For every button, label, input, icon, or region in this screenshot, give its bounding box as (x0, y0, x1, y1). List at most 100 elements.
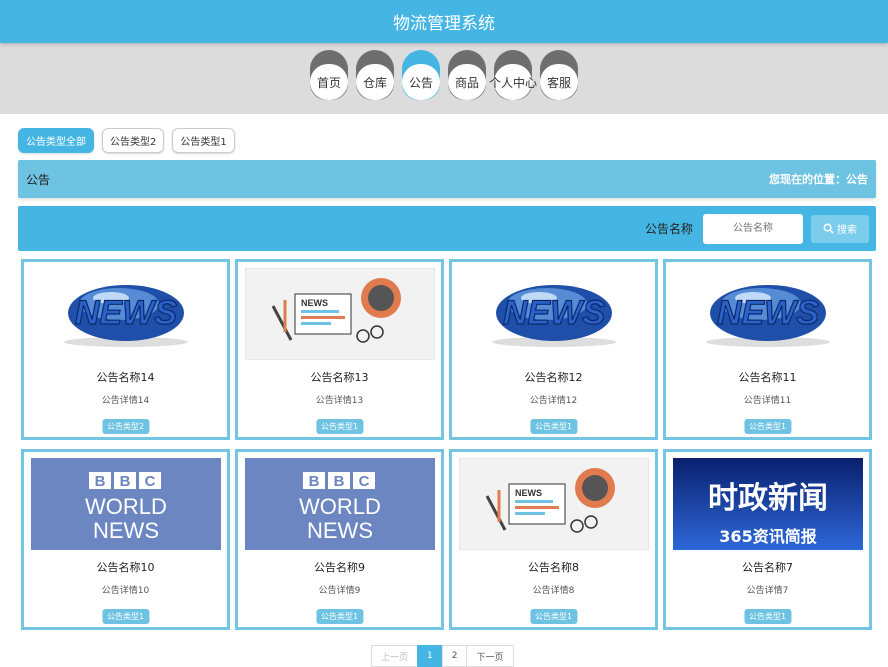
prev-page-button[interactable]: 上一页 (371, 645, 419, 667)
card-image[interactable]: NEWS (459, 268, 649, 360)
card-detail: 公告详情7 (746, 586, 789, 596)
header-bar: 物流管理系统 (0, 0, 888, 43)
card-title[interactable]: 公告名称12 (452, 369, 655, 385)
card-type-badge: 公告类型2 (101, 419, 150, 434)
card-title[interactable]: 公告名称11 (666, 369, 869, 385)
card-image[interactable]: NEWS (245, 268, 435, 360)
type-filters: 公告类型全部 公告类型2 公告类型1 (18, 128, 235, 153)
svg-text:NEWS: NEWS (301, 298, 328, 308)
card-type-badge: 公告类型1 (529, 609, 578, 624)
search-bar: 公告名称 搜索 (18, 206, 876, 251)
news-globe-image: NEWS (673, 268, 863, 360)
search-button-label: 搜索 (837, 225, 857, 236)
card-title[interactable]: 公告名称14 (24, 369, 227, 385)
svg-text:B: B (334, 473, 345, 490)
card-type-badge: 公告类型1 (743, 419, 792, 434)
page-button[interactable]: 1 (417, 645, 443, 667)
search-button[interactable]: 搜索 (811, 214, 869, 243)
svg-text:C: C (145, 473, 156, 490)
card-detail: 公告详情14 (101, 396, 150, 406)
search-label: 公告名称 (644, 222, 693, 236)
card-title[interactable]: 公告名称10 (24, 559, 227, 575)
nav-item-announcement[interactable]: 公告 (402, 50, 440, 100)
card-type-badge: 公告类型1 (529, 419, 578, 434)
card-type-badge: 公告类型1 (315, 419, 364, 434)
svg-text:时政新闻: 时政新闻 (708, 481, 828, 516)
main-nav: 首页 仓库 公告 商品 个人中心 客服 (310, 50, 578, 100)
svg-text:WORLD: WORLD (299, 494, 381, 519)
card-detail: 公告详情11 (743, 396, 792, 406)
pagination: 上一页 1 2 下一页 (371, 645, 514, 667)
svg-text:NEWS: NEWS (307, 518, 373, 543)
card-detail: 公告详情13 (315, 396, 364, 406)
page-button[interactable]: 2 (441, 645, 468, 667)
breadcrumb: 公告 您现在的位置：公告 (18, 160, 876, 198)
newspaper-image: NEWS (245, 268, 435, 360)
card-type-badge: 公告类型1 (743, 609, 792, 624)
card-detail: 公告详情10 (101, 586, 150, 596)
filter-type-1[interactable]: 公告类型1 (172, 128, 235, 153)
nav-item-warehouse[interactable]: 仓库 (356, 50, 394, 100)
bbc-world-news-image: B B CWORLDNEWS (245, 458, 435, 550)
filter-all[interactable]: 公告类型全部 (18, 128, 94, 153)
app-title: 物流管理系统 (393, 14, 495, 34)
nav-item-profile[interactable]: 个人中心 (489, 50, 537, 100)
card-title[interactable]: 公告名称13 (238, 369, 441, 385)
svg-text:NEWS: NEWS (503, 294, 605, 332)
nav-band: 首页 仓库 公告 商品 个人中心 客服 (0, 43, 888, 114)
card-image[interactable]: NEWS (459, 458, 649, 550)
announcement-card[interactable]: NEWS 公告名称14 公告详情14 公告类型2 (21, 259, 230, 440)
svg-text:B: B (309, 473, 320, 490)
card-title[interactable]: 公告名称7 (666, 559, 869, 575)
nav-item-label[interactable]: 商品 (448, 64, 486, 100)
card-type-badge: 公告类型1 (101, 609, 150, 624)
svg-text:NEWS: NEWS (93, 518, 159, 543)
shizheng-news-image: 时政新闻 365资讯简报 (673, 458, 863, 550)
next-page-button[interactable]: 下一页 (466, 645, 514, 667)
card-detail: 公告详情8 (532, 586, 575, 596)
nav-item-label[interactable]: 首页 (310, 64, 348, 100)
news-globe-image: NEWS (31, 268, 221, 360)
svg-text:WORLD: WORLD (85, 494, 167, 519)
nav-item-label[interactable]: 公告 (402, 64, 440, 100)
card-detail: 公告详情9 (318, 586, 361, 596)
card-image[interactable]: NEWS (31, 268, 221, 360)
card-title[interactable]: 公告名称9 (238, 559, 441, 575)
section-title: 公告 (26, 172, 51, 187)
svg-text:NEWS: NEWS (515, 488, 542, 498)
card-title[interactable]: 公告名称8 (452, 559, 655, 575)
search-input[interactable] (703, 213, 803, 244)
nav-item-label[interactable]: 客服 (540, 64, 578, 100)
announcement-card[interactable]: B B C WORLD NEWS 公告名称10 公告详情10 公告类型1 (21, 449, 230, 630)
filter-type-2[interactable]: 公告类型2 (102, 128, 165, 153)
card-image[interactable]: B B C WORLD NEWS (245, 458, 435, 550)
svg-text:C: C (359, 473, 370, 490)
current-location: 您现在的位置：公告 (769, 173, 868, 186)
card-image[interactable]: B B C WORLD NEWS (31, 458, 221, 550)
bbc-world-news-image: B B CWORLDNEWS (31, 458, 221, 550)
announcement-card[interactable]: NEWS 公告名称11 公告详情11 公告类型1 (663, 259, 872, 440)
announcement-card[interactable]: NEWS 公告名称13 公告详情13 公告类型1 (235, 259, 444, 440)
svg-text:B: B (95, 473, 106, 490)
card-image[interactable]: 时政新闻 365资讯简报 (673, 458, 863, 550)
card-image[interactable]: NEWS (673, 268, 863, 360)
announcement-card[interactable]: B B C WORLD NEWS 公告名称9 公告详情9 公告类型1 (235, 449, 444, 630)
card-detail: 公告详情12 (529, 396, 578, 406)
svg-text:NEWS: NEWS (75, 294, 177, 332)
nav-item-label[interactable]: 仓库 (356, 64, 394, 100)
card-type-badge: 公告类型1 (315, 609, 364, 624)
newspaper-image: NEWS (459, 458, 649, 550)
svg-text:B: B (120, 473, 131, 490)
search-icon (823, 223, 834, 234)
svg-text:365资讯简报: 365资讯简报 (719, 527, 816, 546)
nav-item-goods[interactable]: 商品 (448, 50, 486, 100)
nav-item-home[interactable]: 首页 (310, 50, 348, 100)
announcement-grid: NEWS 公告名称14 公告详情14 公告类型2 NEWS 公告名称13 公告详情13 公告类… (21, 259, 872, 630)
nav-item-label[interactable]: 个人中心 (489, 64, 537, 100)
svg-text:NEWS: NEWS (717, 294, 819, 332)
announcement-card[interactable]: NEWS 公告名称8 公告详情8 公告类型1 (449, 449, 658, 630)
announcement-card[interactable]: 时政新闻 365资讯简报公告名称7 公告详情7 公告类型1 (663, 449, 872, 630)
news-globe-image: NEWS (459, 268, 649, 360)
announcement-card[interactable]: NEWS 公告名称12 公告详情12 公告类型1 (449, 259, 658, 440)
nav-item-service[interactable]: 客服 (540, 50, 578, 100)
